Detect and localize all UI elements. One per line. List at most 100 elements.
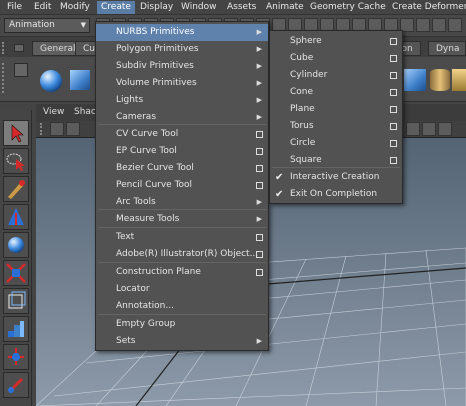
soft-modify-tool-button[interactable]: [3, 316, 29, 342]
shade-options-icon[interactable]: [438, 122, 452, 136]
menu-item-exit-on-completion[interactable]: ✔ Exit On Completion: [270, 186, 402, 203]
menu-item-pencil-curve-tool[interactable]: Pencil Curve Tool: [96, 177, 268, 194]
option-box-icon[interactable]: [256, 131, 263, 138]
menu-item-cube[interactable]: Cube: [270, 50, 402, 67]
menu-item-subdiv-primitives[interactable]: Subdiv Primitives ▶: [96, 58, 268, 75]
menu-item-label: Circle: [290, 138, 316, 148]
menu-item-label: Plane: [290, 104, 315, 114]
menu-item-empty-group[interactable]: Empty Group: [96, 316, 268, 333]
option-box-icon[interactable]: [390, 72, 397, 79]
last-tool-button[interactable]: [3, 372, 29, 398]
shelf-menu-icon[interactable]: [14, 63, 28, 77]
option-box-icon[interactable]: [256, 182, 263, 189]
menu-edit[interactable]: Edit: [30, 1, 55, 14]
menu-separator: [98, 262, 266, 263]
menu-item-sphere[interactable]: Sphere: [270, 33, 402, 50]
shelf-options-icon[interactable]: [14, 44, 24, 52]
paint-select-tool-button[interactable]: [3, 176, 29, 202]
shelf-grip-icon: [2, 63, 10, 93]
menu-item-label: Torus: [290, 121, 314, 131]
menu-modify[interactable]: Modify: [56, 1, 94, 14]
menu-geometry-cache[interactable]: Geometry Cache: [306, 1, 390, 14]
viewport-menu-shading[interactable]: Shac: [74, 107, 96, 117]
menu-window[interactable]: Window: [177, 1, 221, 14]
checkmark-icon: ✔: [275, 172, 284, 183]
menu-create-deformers[interactable]: Create Deformers: [388, 1, 466, 14]
menu-display[interactable]: Display: [136, 1, 177, 14]
submenu-arrow-icon: ▶: [256, 215, 262, 223]
option-box-icon[interactable]: [390, 140, 397, 147]
show-manipulator-tool-button[interactable]: [3, 344, 29, 370]
submenu-arrow-icon: ▶: [256, 62, 262, 70]
status-line-tool-icon[interactable]: [448, 18, 462, 32]
select-tool-button[interactable]: [3, 120, 29, 146]
menu-item-cone[interactable]: Cone: [270, 84, 402, 101]
menu-set-selector[interactable]: Animation ▼: [4, 18, 90, 33]
manipulator-icon: [8, 348, 24, 365]
menu-item-cv-curve-tool[interactable]: CV Curve Tool: [96, 126, 268, 143]
option-box-icon[interactable]: [256, 148, 263, 155]
menu-item-bezier-curve-tool[interactable]: Bezier Curve Tool: [96, 160, 268, 177]
cylinder-shelf-icon[interactable]: [430, 69, 450, 91]
status-line-tool-icon[interactable]: [432, 18, 446, 32]
status-line-tool-icon[interactable]: [416, 18, 430, 32]
scale-tool-button[interactable]: [3, 260, 29, 286]
option-box-icon[interactable]: [390, 89, 397, 96]
option-box-icon[interactable]: [390, 55, 397, 62]
universal-manipulator-button[interactable]: [3, 288, 29, 314]
poly-cube-shelf-icon[interactable]: [404, 69, 426, 91]
lasso-tool-button[interactable]: [3, 148, 29, 174]
wireframe-icon[interactable]: [406, 122, 420, 136]
menu-item-sets[interactable]: Sets ▶: [96, 333, 268, 350]
menu-item-plane[interactable]: Plane: [270, 101, 402, 118]
menu-item-ep-curve-tool[interactable]: EP Curve Tool: [96, 143, 268, 160]
shelf-tab-dynamics[interactable]: Dyna: [428, 41, 466, 56]
menu-item-construction-plane[interactable]: Construction Plane: [96, 264, 268, 281]
menu-item-annotation[interactable]: Annotation...: [96, 298, 268, 315]
menu-item-locator[interactable]: Locator: [96, 281, 268, 298]
menu-item-label: Lights: [116, 95, 144, 105]
scale-icon: [6, 263, 26, 283]
rotate-sphere-icon: [8, 237, 24, 253]
option-box-icon[interactable]: [390, 123, 397, 130]
menu-item-label: Exit On Completion: [290, 189, 378, 199]
menu-separator: [98, 124, 266, 125]
move-tool-button[interactable]: [3, 204, 29, 230]
option-box-icon[interactable]: [390, 106, 397, 113]
menu-file[interactable]: File: [3, 1, 26, 14]
option-box-icon[interactable]: [390, 157, 397, 164]
menu-item-label: Subdiv Primitives: [116, 61, 194, 71]
menu-item-lights[interactable]: Lights ▶: [96, 92, 268, 109]
submenu-arrow-icon: ▶: [256, 79, 262, 87]
shelf-grip-icon[interactable]: [2, 42, 10, 54]
menu-animate[interactable]: Animate: [262, 1, 308, 14]
menu-item-label: Sets: [116, 336, 136, 346]
menu-item-polygon-primitives[interactable]: Polygon Primitives ▶: [96, 41, 268, 58]
menu-item-interactive-creation[interactable]: ✔ Interactive Creation: [270, 169, 402, 186]
menu-item-label: Locator: [116, 284, 150, 294]
menu-item-adobe-r-illustrator-r-object[interactable]: Adobe(R) Illustrator(R) Object...: [96, 246, 268, 263]
smooth-shade-icon[interactable]: [422, 122, 436, 136]
menu-separator: [272, 167, 400, 168]
menu-item-torus[interactable]: Torus: [270, 118, 402, 135]
option-box-icon[interactable]: [390, 38, 397, 45]
menu-item-volume-primitives[interactable]: Volume Primitives ▶: [96, 75, 268, 92]
menu-item-nurbs-primitives[interactable]: NURBS Primitives ▶: [96, 24, 268, 41]
camera-attributes-icon[interactable]: [50, 122, 64, 136]
option-box-icon[interactable]: [256, 234, 263, 241]
option-box-icon[interactable]: [256, 269, 263, 276]
option-box-icon[interactable]: [256, 165, 263, 172]
camera-icon[interactable]: [66, 122, 80, 136]
menu-assets[interactable]: Assets: [223, 1, 260, 14]
menu-item-circle[interactable]: Circle: [270, 135, 402, 152]
viewport-menu-view[interactable]: View: [43, 107, 64, 117]
nurbs-cube-shelf-icon[interactable]: [70, 70, 90, 90]
option-box-icon[interactable]: [256, 251, 263, 258]
menu-item-measure-tools[interactable]: Measure Tools ▶: [96, 211, 268, 228]
menu-item-text[interactable]: Text: [96, 229, 268, 246]
menu-item-cylinder[interactable]: Cylinder: [270, 67, 402, 84]
menu-create[interactable]: Create: [97, 1, 135, 14]
cone-shelf-icon[interactable]: [452, 69, 466, 91]
rotate-tool-button[interactable]: [3, 232, 29, 258]
nurbs-sphere-shelf-icon[interactable]: [40, 70, 62, 92]
